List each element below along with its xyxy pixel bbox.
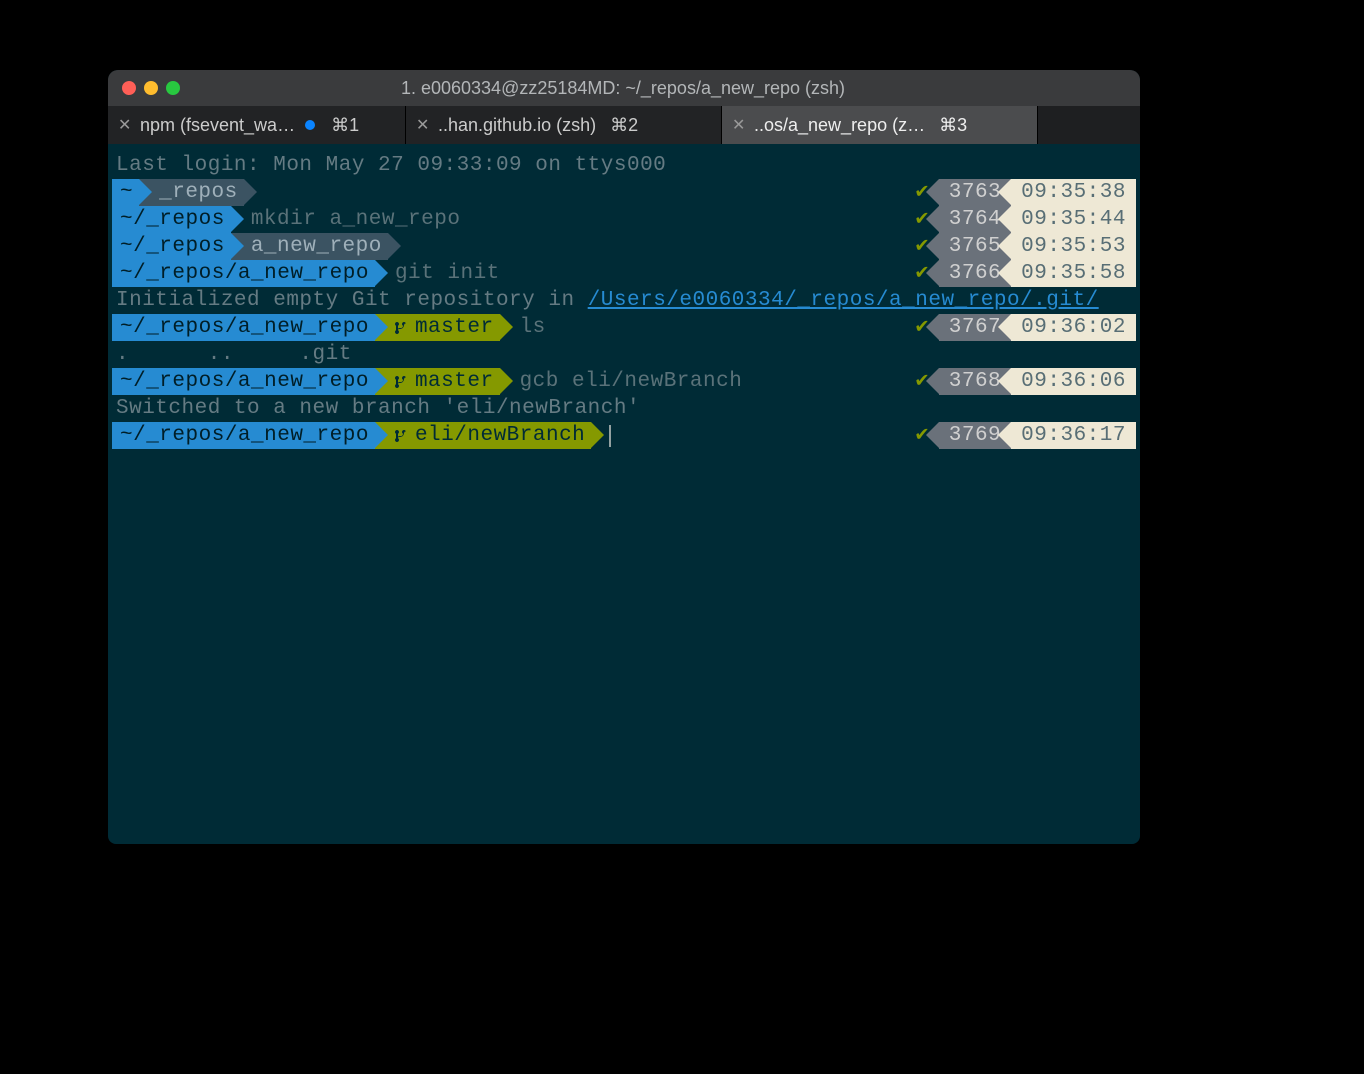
extra-segment: _repos	[139, 179, 244, 206]
timestamp: 09:35:44	[1011, 206, 1136, 233]
last-login-line: Last login: Mon May 27 09:33:09 on ttys0…	[112, 152, 1136, 179]
prompt-line: ~/_repos/a_new_repo master gcb eli/newBr…	[112, 368, 1136, 395]
tab-label: ..os/a_new_repo (z…	[754, 115, 925, 136]
tab-bar: ✕ npm (fsevent_wa… ⌘1 ✕ ..han.github.io …	[108, 106, 1140, 144]
branch-segment: eli/newBranch	[375, 422, 591, 449]
command-text: gcb eli/newBranch	[520, 368, 743, 395]
repo-path-link[interactable]: /Users/e0060334/_repos/a_new_repo/.git/	[588, 287, 1099, 314]
path-segment: ~/_repos	[112, 206, 231, 233]
output-line: Initialized empty Git repository in /Use…	[112, 287, 1136, 314]
right-status: ✔ 3769 09:36:17	[906, 422, 1136, 449]
timestamp: 09:36:06	[1011, 368, 1136, 395]
right-status: ✔ 3768 09:36:06	[906, 368, 1136, 395]
tab-close-icon[interactable]: ✕	[732, 115, 746, 135]
git-branch-icon	[395, 320, 409, 336]
right-status: ✔ 3763 09:35:38	[906, 179, 1136, 206]
tab-label: npm (fsevent_wa…	[140, 115, 295, 136]
tab-close-icon[interactable]: ✕	[118, 115, 132, 135]
window-titlebar[interactable]: 1. e0060334@zz25184MD: ~/_repos/a_new_re…	[108, 70, 1140, 106]
tab-close-icon[interactable]: ✕	[416, 115, 430, 135]
timestamp: 09:36:17	[1011, 422, 1136, 449]
dirty-indicator-icon	[305, 120, 315, 130]
command-text: mkdir a_new_repo	[251, 206, 461, 233]
output-line: . .. .git	[112, 341, 1136, 368]
path-segment: ~/_repos/a_new_repo	[112, 368, 375, 395]
right-status: ✔ 3765 09:35:53	[906, 233, 1136, 260]
right-status: ✔ 3764 09:35:44	[906, 206, 1136, 233]
prompt-line: ~/_repos/a_new_repo master ls ✔ 3767 09:…	[112, 314, 1136, 341]
path-segment: ~	[112, 179, 139, 206]
window-title: 1. e0060334@zz25184MD: ~/_repos/a_new_re…	[120, 78, 1126, 99]
timestamp: 09:36:02	[1011, 314, 1136, 341]
tab-2[interactable]: ✕ ..han.github.io (zsh) ⌘2	[406, 106, 722, 144]
terminal-window: 1. e0060334@zz25184MD: ~/_repos/a_new_re…	[108, 70, 1140, 844]
tab-shortcut: ⌘3	[939, 115, 967, 136]
path-segment: ~/_repos	[112, 233, 231, 260]
command-text: ls	[520, 314, 546, 341]
terminal-content[interactable]: Last login: Mon May 27 09:33:09 on ttys0…	[108, 144, 1140, 453]
right-status: ✔ 3766 09:35:58	[906, 260, 1136, 287]
tab-1[interactable]: ✕ npm (fsevent_wa… ⌘1	[108, 106, 406, 144]
command-text: git init	[395, 260, 500, 287]
tab-label: ..han.github.io (zsh)	[438, 115, 596, 136]
timestamp: 09:35:53	[1011, 233, 1136, 260]
path-segment: ~/_repos/a_new_repo	[112, 422, 375, 449]
prompt-line-current: ~/_repos/a_new_repo eli/newBranch ✔ 3769…	[112, 422, 1136, 449]
prompt-line: ~ _repos ✔ 3763 09:35:38	[112, 179, 1136, 206]
cursor	[609, 425, 611, 447]
right-status: ✔ 3767 09:36:02	[906, 314, 1136, 341]
prompt-line: ~/_repos a_new_repo ✔ 3765 09:35:53	[112, 233, 1136, 260]
output-line: Switched to a new branch 'eli/newBranch'	[112, 395, 1136, 422]
path-segment: ~/_repos/a_new_repo	[112, 314, 375, 341]
timestamp: 09:35:38	[1011, 179, 1136, 206]
git-branch-icon	[395, 428, 409, 444]
timestamp: 09:35:58	[1011, 260, 1136, 287]
tab-3[interactable]: ✕ ..os/a_new_repo (z… ⌘3	[722, 106, 1038, 144]
extra-segment: a_new_repo	[231, 233, 388, 260]
tab-shortcut: ⌘2	[610, 115, 638, 136]
git-branch-icon	[395, 374, 409, 390]
prompt-line: ~/_repos/a_new_repo git init ✔ 3766 09:3…	[112, 260, 1136, 287]
branch-segment: master	[375, 314, 500, 341]
branch-segment: master	[375, 368, 500, 395]
tab-shortcut: ⌘1	[331, 115, 359, 136]
prompt-line: ~/_repos mkdir a_new_repo ✔ 3764 09:35:4…	[112, 206, 1136, 233]
path-segment: ~/_repos/a_new_repo	[112, 260, 375, 287]
